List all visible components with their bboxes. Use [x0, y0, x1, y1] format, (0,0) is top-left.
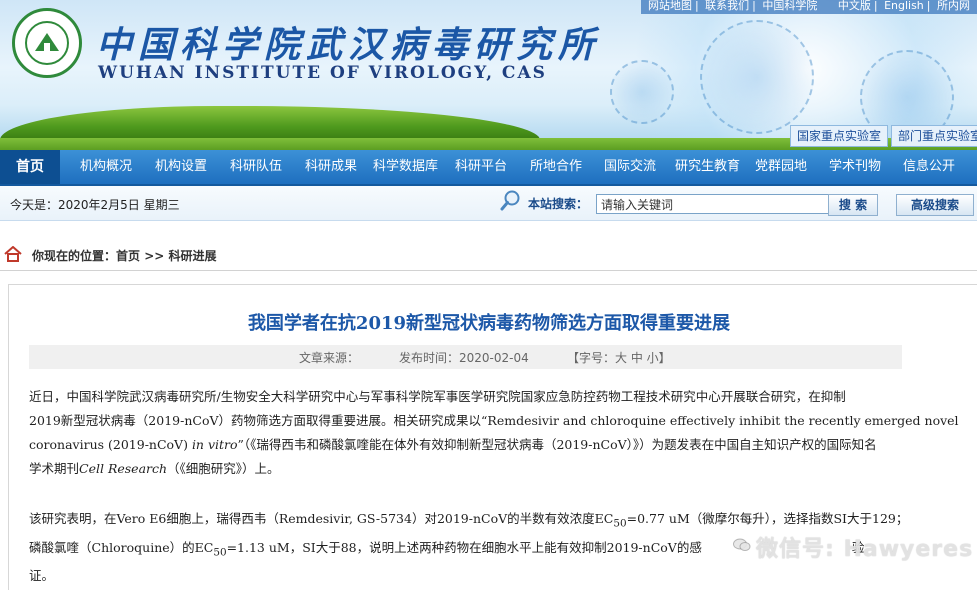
nav-platform[interactable]: 科研平台	[455, 150, 507, 184]
text-run: （《细胞研究》）上。	[167, 461, 280, 476]
nav-education[interactable]: 研究生教育	[675, 150, 740, 184]
text-run: coronavirus (2019-nCoV)	[29, 437, 192, 452]
search-button[interactable]: 搜 索	[828, 194, 878, 216]
logo-mark-icon	[35, 33, 59, 51]
text-run-italic: in vitro	[191, 437, 238, 452]
top-link-contact[interactable]: 联系我们	[705, 0, 749, 12]
nav-about[interactable]: 机构概况	[80, 150, 132, 184]
paragraph-line: 证。	[29, 568, 55, 583]
top-link-intranet[interactable]: 所内网	[937, 0, 970, 12]
font-size-control[interactable]: 【字号：大 中 小】	[567, 349, 671, 366]
article-date: 发布时间：2020-02-04	[399, 351, 529, 365]
top-link-chinese[interactable]: 中文版	[838, 0, 871, 12]
top-link-sitemap[interactable]: 网站地图	[648, 0, 692, 12]
breadcrumb-text: 你现在的位置：首页 >> 科研进展	[32, 247, 217, 264]
nav-researchers[interactable]: 科研队伍	[230, 150, 282, 184]
paragraph-line: coronavirus (2019-nCoV) in vitro”（《瑞得西韦和…	[29, 433, 959, 457]
virus-graphic	[700, 20, 814, 134]
nav-database[interactable]: 科学数据库	[373, 150, 438, 184]
search-label: 本站搜索：	[528, 197, 589, 211]
article-source: 文章来源：	[299, 351, 360, 365]
article-paragraph-1: 近日，中国科学院武汉病毒研究所/生物安全大科学研究中心与军事科学院军事医学研究院…	[29, 385, 959, 481]
subscript: 50	[213, 546, 227, 558]
wechat-watermark: 微信号: Hawyeres	[756, 537, 974, 562]
top-link-english[interactable]: English	[884, 0, 924, 12]
text-run: 磷酸氯喹（Chloroquine）的EC	[29, 539, 214, 555]
text-run: ”（《瑞得西韦和磷酸氯喹能在体外有效抑制新型冠状病毒（2019-nCoV）》）为…	[237, 437, 877, 452]
nav-structure[interactable]: 机构设置	[155, 150, 207, 184]
nav-home[interactable]: 首页	[0, 150, 60, 184]
article-title: 我国学者在抗2019新型冠状病毒药物筛选方面取得重要进展	[247, 313, 731, 334]
home-icon	[4, 246, 22, 262]
text-run-italic: Cell Research	[79, 461, 168, 476]
text-run: 学术期刊	[29, 461, 80, 476]
paragraph-line: 近日，中国科学院武汉病毒研究所/生物安全大科学研究中心与军事科学院军事医学研究院…	[29, 389, 846, 404]
main-nav: 首页 机构概况 机构设置 科研队伍 科研成果 科学数据库 科研平台 所地合作 国…	[0, 150, 977, 186]
site-title-cn: 中国科学院武汉病毒研究所	[96, 24, 601, 66]
trees-decoration	[0, 106, 540, 140]
nav-disclosure[interactable]: 信息公开	[903, 150, 955, 184]
breadcrumb-home[interactable]: 首页	[116, 249, 140, 263]
nav-local-coop[interactable]: 所地合作	[530, 150, 582, 184]
wechat-icon	[733, 538, 751, 551]
subscript: 50	[613, 517, 627, 530]
lab-tab-national[interactable]: 国家重点实验室	[790, 125, 889, 147]
current-date: 今天是：2020年2月5日 星期三	[10, 198, 180, 212]
text-run: =0.77 uM（微摩尔每升），选择指数SI大于129；	[626, 511, 909, 526]
virus-graphic	[610, 60, 674, 124]
top-link-cas[interactable]: 中国科学院	[762, 0, 817, 12]
paragraph-line: 2019新型冠状病毒（2019-nCoV）药物筛选方面取得重要进展。相关研究成果…	[29, 413, 959, 428]
paragraph-line: 学术期刊Cell Research（《细胞研究》）上。	[29, 457, 959, 481]
advanced-search-button[interactable]: 高级搜索	[896, 194, 974, 216]
search-input[interactable]	[596, 194, 830, 214]
breadcrumb-prefix: 你现在的位置：	[32, 249, 117, 263]
top-links: 网站地图 | 联系我们 | 中国科学院 中文版 | English | 所内网	[640, 0, 977, 14]
breadcrumb: 你现在的位置：首页 >> 科研进展	[0, 242, 977, 271]
text-run: =1.13 uM，SI大于88，说明上述两种药物在细胞水平上能有效抑制2019-…	[226, 539, 702, 555]
nav-party[interactable]: 党群园地	[755, 150, 807, 184]
lab-tab-department[interactable]: 部门重点实验室	[891, 125, 977, 147]
article-meta: 文章来源： 发布时间：2020-02-04 【字号：大 中 小】	[29, 345, 902, 369]
nav-international[interactable]: 国际交流	[604, 150, 656, 184]
magnifier-icon	[500, 190, 520, 211]
breadcrumb-separator: >>	[140, 249, 169, 263]
institute-logo[interactable]	[12, 8, 82, 78]
text-run: 该研究表明，在Vero E6细胞上，瑞得西韦（Remdesivir, GS-57…	[29, 511, 614, 526]
nav-achievements[interactable]: 科研成果	[305, 150, 357, 184]
site-title-en: WUHAN INSTITUTE OF VIROLOGY, CAS	[98, 63, 547, 83]
nav-journals[interactable]: 学术刊物	[829, 150, 881, 184]
breadcrumb-current[interactable]: 科研进展	[169, 249, 217, 263]
